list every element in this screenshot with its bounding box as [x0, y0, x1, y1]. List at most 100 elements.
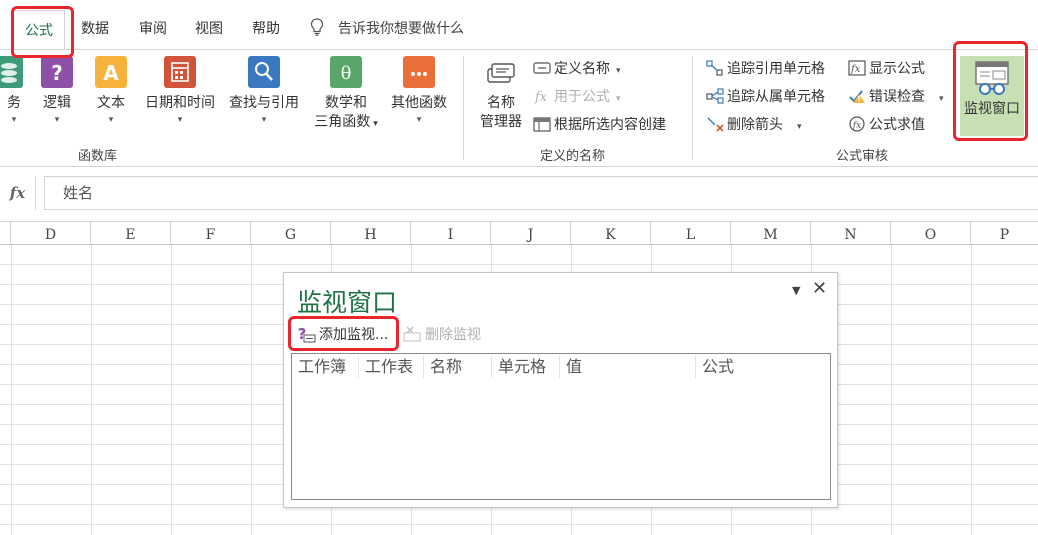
trace-dependents-icon	[706, 88, 724, 104]
chevron-down-icon[interactable]: ▼	[792, 284, 800, 297]
add-watch-button[interactable]: ? 添加监视...	[296, 325, 389, 345]
logical-label: 逻辑	[43, 95, 71, 111]
trace-dependents-button[interactable]: 追踪从属单元格	[706, 86, 825, 108]
create-from-selection-button[interactable]: 根据所选内容创建	[533, 114, 666, 136]
tell-me-text: 告诉我你想要做什么	[338, 21, 464, 37]
error-checking-button[interactable]: ! 错误检查 ▾	[848, 86, 944, 108]
chevron-down-icon: ▾	[54, 115, 60, 125]
more-functions-button[interactable]: 其他函数 ▾	[387, 56, 451, 127]
column-header[interactable]: H	[331, 221, 411, 245]
svg-text:!: !	[857, 95, 861, 104]
evaluate-formula-icon: fx	[849, 116, 865, 132]
column-header[interactable]: G	[251, 221, 331, 245]
math-trig-label-2: 三角函数 ▾	[314, 114, 378, 130]
define-name-button[interactable]: 定义名称 ▾	[533, 58, 621, 80]
column-header[interactable]: F	[171, 221, 251, 245]
watch-list[interactable]: 工作簿 工作表 名称 单元格 值 公式	[291, 353, 831, 500]
financial-button[interactable]: 务 ▾	[0, 56, 30, 127]
watch-column-header[interactable]: 工作表	[359, 356, 424, 378]
watch-column-header[interactable]: 公式	[696, 356, 830, 378]
formula-input[interactable]: 姓名	[44, 176, 1038, 210]
use-in-formula-button[interactable]: fx 用于公式 ▾	[533, 86, 621, 108]
lookup-label: 查找与引用	[229, 95, 299, 111]
chevron-down-icon: ▾	[261, 115, 267, 125]
svg-text:A: A	[103, 61, 119, 85]
text-label: 文本	[97, 95, 125, 111]
svg-text:fx: fx	[534, 90, 548, 104]
error-checking-icon: !	[849, 90, 865, 104]
svg-text:fx: fx	[852, 121, 861, 131]
error-checking-label: 错误检查	[869, 89, 925, 105]
tab-review[interactable]: 审阅	[139, 14, 167, 44]
column-header[interactable]: O	[891, 221, 971, 245]
lookup-reference-button[interactable]: 查找与引用 ▾	[225, 56, 303, 127]
chevron-down-icon: ▾	[797, 122, 802, 132]
group-divider	[463, 56, 464, 160]
watch-window-title: 监视窗口	[297, 288, 398, 317]
trace-precedents-button[interactable]: 追踪引用单元格	[706, 58, 825, 80]
show-formulas-button[interactable]: fx 显示公式	[848, 58, 925, 80]
create-from-selection-label: 根据所选内容创建	[554, 117, 666, 133]
date-time-label: 日期和时间	[145, 95, 215, 111]
more-functions-label: 其他函数	[391, 95, 447, 111]
watch-column-header[interactable]: 单元格	[492, 356, 560, 378]
financial-icon	[0, 56, 23, 88]
trace-dependents-label: 追踪从属单元格	[727, 89, 825, 105]
lookup-icon	[248, 56, 280, 88]
use-in-formula-label: 用于公式	[554, 89, 610, 105]
more-functions-icon	[403, 56, 435, 88]
chevron-down-icon: ▾	[939, 94, 944, 104]
watch-window-icon	[974, 60, 1010, 96]
column-header[interactable]: E	[91, 221, 171, 245]
close-icon[interactable]: ✕	[812, 278, 827, 299]
chevron-down-icon: ▾	[11, 115, 17, 125]
remove-arrows-icon	[707, 117, 724, 132]
delete-watch-label: 删除监视	[425, 327, 481, 343]
column-header[interactable]: I	[411, 221, 491, 245]
chevron-down-icon: ▾	[416, 115, 422, 125]
excel-window: 公式 数据 审阅 视图 帮助 告诉我你想要做什么 务 ▾ ? 逻辑 ▾ A 文本…	[0, 0, 1038, 535]
column-header[interactable]: L	[651, 221, 731, 245]
tab-data[interactable]: 数据	[81, 14, 109, 44]
watch-column-header[interactable]: 名称	[424, 356, 492, 378]
evaluate-formula-button[interactable]: fx 公式求值	[848, 114, 925, 136]
tab-view[interactable]: 视图	[195, 14, 223, 44]
ribbon: 务 ▾ ? 逻辑 ▾ A 文本 ▾ 日期和时间 ▾ 查找与引用 ▾ θ 数学和 …	[0, 49, 1038, 167]
lightbulb-icon	[310, 18, 324, 36]
chevron-down-icon: ▾	[616, 66, 621, 76]
chevron-down-icon: ▾	[108, 115, 114, 125]
watch-column-header[interactable]: 工作簿	[292, 356, 359, 378]
logical-icon: ?	[41, 56, 73, 88]
column-header[interactable]: P	[971, 221, 1038, 245]
column-header[interactable]: J	[491, 221, 571, 245]
watch-window-button[interactable]: 监视窗口	[960, 56, 1024, 136]
tab-help[interactable]: 帮助	[252, 14, 280, 44]
text-button[interactable]: A 文本 ▾	[93, 56, 129, 127]
delete-watch-button[interactable]: 删除监视	[402, 325, 481, 345]
insert-function-icon[interactable]: fx	[0, 176, 36, 210]
fx-icon: fx	[534, 90, 548, 104]
column-header[interactable]: K	[571, 221, 651, 245]
column-header[interactable]: N	[811, 221, 891, 245]
tab-formulas[interactable]: 公式	[13, 10, 65, 50]
watch-column-header[interactable]: 值	[560, 356, 696, 378]
ribbon-tabs: 公式 数据 审阅 视图 帮助 告诉我你想要做什么	[0, 0, 1038, 50]
name-manager-label: 名称	[487, 95, 515, 111]
date-time-button[interactable]: 日期和时间 ▾	[141, 56, 219, 127]
column-header[interactable]: D	[11, 221, 91, 245]
evaluate-formula-label: 公式求值	[869, 117, 925, 133]
row-header-corner	[0, 221, 11, 245]
tell-me-search[interactable]: 告诉我你想要做什么	[310, 14, 464, 44]
logical-button[interactable]: ? 逻辑 ▾	[40, 56, 74, 127]
name-manager-label-2: 管理器	[480, 114, 522, 130]
column-header[interactable]: M	[731, 221, 811, 245]
remove-arrows-button[interactable]: 删除箭头 ▾	[706, 114, 802, 136]
table-create-icon	[533, 117, 551, 132]
math-trig-button[interactable]: θ 数学和 三角函数 ▾	[309, 56, 383, 134]
add-watch-icon: ?	[298, 325, 316, 343]
name-manager-button[interactable]: 名称 管理器	[474, 56, 528, 132]
watch-window-dialog: 监视窗口 ▼ ✕ ? 添加监视... 删除监视 工作簿 工作表 名称 单元格 值…	[283, 272, 838, 508]
math-trig-label: 数学和	[325, 95, 367, 111]
tag-icon	[533, 62, 551, 74]
add-watch-label: 添加监视...	[319, 327, 389, 343]
